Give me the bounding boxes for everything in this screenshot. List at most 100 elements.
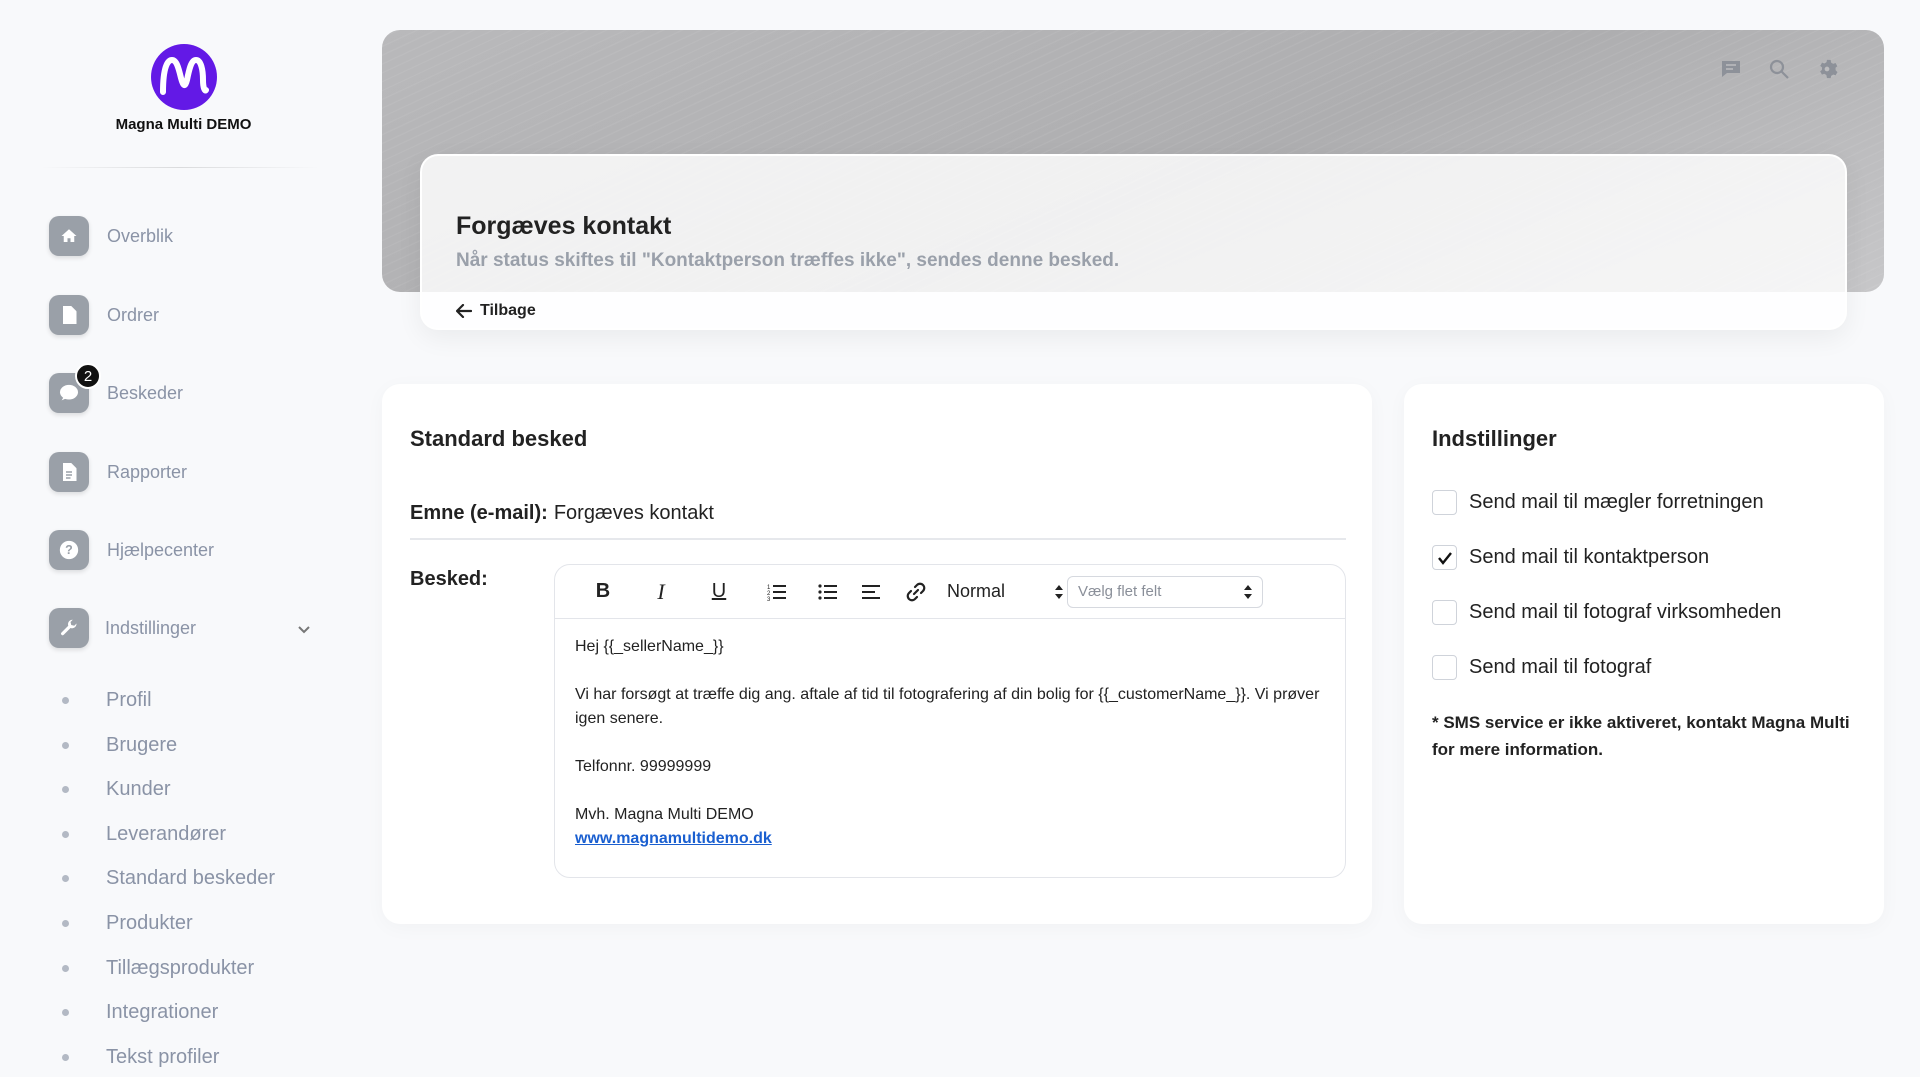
option-label: Send mail til mægler forretningen xyxy=(1469,491,1764,513)
checkbox-checked[interactable] xyxy=(1432,545,1457,570)
checkbox[interactable] xyxy=(1432,655,1457,680)
svg-text:3: 3 xyxy=(767,597,771,601)
sidebar-subitem-brugere[interactable]: Brugere xyxy=(62,731,177,759)
sidebar-item-beskeder[interactable]: 2 Beskeder xyxy=(49,363,184,413)
top-toolbar xyxy=(1720,58,1838,80)
message-icon[interactable] xyxy=(1720,58,1742,80)
option-send-mail-fotograf-virksomhed[interactable]: Send mail til fotograf virksomheden xyxy=(1432,600,1781,625)
subject-label: Emne (e-mail): xyxy=(410,502,548,524)
bullet-icon xyxy=(62,696,69,704)
sidebar-subitem-label: Produkter xyxy=(106,911,193,934)
bullet-icon xyxy=(62,964,69,972)
home-icon xyxy=(49,216,89,256)
sidebar-item-hjaelpecenter[interactable]: ? Hjælpecenter xyxy=(49,530,214,570)
message-link[interactable]: www.magnamultidemo.dk xyxy=(575,830,772,847)
brand[interactable]: Magna Multi DEMO xyxy=(0,44,367,133)
sidebar-subitem-kunder[interactable]: Kunder xyxy=(62,775,171,803)
sidebar-subitem-label: Standard beskeder xyxy=(106,866,276,889)
sidebar-subitem-label: Kunder xyxy=(106,777,171,800)
back-label: Tilbage xyxy=(480,302,536,319)
sidebar-subitem-leverandorer[interactable]: Leverandører xyxy=(62,820,226,848)
sidebar-item-label: Ordrer xyxy=(107,304,160,325)
sidebar-subitem-produkter[interactable]: Produkter xyxy=(62,909,193,937)
sidebar-subitem-label: Tillægsprodukter xyxy=(106,956,255,979)
sidebar-item-label: Beskeder xyxy=(107,382,184,403)
message-label: Besked: xyxy=(410,568,488,590)
format-select-value: Normal xyxy=(947,581,1006,601)
bullet-icon xyxy=(62,874,69,882)
sidebar-item-ordrer[interactable]: Ordrer xyxy=(49,295,159,335)
gear-icon[interactable] xyxy=(1816,58,1838,80)
search-icon[interactable] xyxy=(1768,58,1790,80)
link-icon xyxy=(906,582,926,601)
align-left-icon xyxy=(862,584,880,599)
bullet-icon xyxy=(62,919,69,927)
option-send-mail-fotograf[interactable]: Send mail til fotograf xyxy=(1432,655,1651,680)
sms-note: * SMS service er ikke aktiveret, kontakt… xyxy=(1432,713,1850,759)
sidebar-subitem-label: Tekst profiler xyxy=(106,1045,220,1068)
brand-logo-icon xyxy=(150,44,217,110)
sidebar-subitem-profil[interactable]: Profil xyxy=(62,686,152,714)
merge-field-placeholder: Vælg flet felt xyxy=(1078,583,1162,600)
card-title: Indstillinger xyxy=(1432,426,1557,451)
ordered-list-button[interactable]: 123 xyxy=(755,577,799,607)
format-select[interactable]: Normal xyxy=(947,581,1063,602)
option-send-mail-kontaktperson[interactable]: Send mail til kontaktperson xyxy=(1432,545,1709,570)
sidebar-item-label: Rapporter xyxy=(107,461,188,482)
help-icon: ? xyxy=(49,530,89,570)
bullet-icon xyxy=(62,741,69,749)
sidebar-subitem-standard-beskeder[interactable]: Standard beskeder xyxy=(62,864,275,892)
ordered-list-icon: 123 xyxy=(767,584,786,601)
bullet-icon xyxy=(62,1008,69,1016)
bold-button[interactable]: B xyxy=(581,577,625,607)
wrench-icon xyxy=(49,608,89,648)
sidebar-subitem-tekst-profiler[interactable]: Tekst profiler xyxy=(62,1043,219,1071)
message-signoff: Mvh. Magna Multi DEMO xyxy=(575,806,754,823)
sidebar-item-rapporter[interactable]: Rapporter xyxy=(49,452,187,492)
sidebar-item-label: Overblik xyxy=(107,225,174,246)
bullet-list-icon xyxy=(818,583,837,600)
page-title: Forgæves kontakt xyxy=(456,212,672,240)
sidebar-item-overblik[interactable]: Overblik xyxy=(49,216,173,256)
checkmark-icon xyxy=(1437,551,1452,565)
sidebar-subitem-label: Brugere xyxy=(106,733,178,756)
bullet-icon xyxy=(62,830,69,838)
link-button[interactable] xyxy=(901,577,931,607)
align-button[interactable] xyxy=(857,577,887,607)
sidebar-subitem-label: Integrationer xyxy=(106,1000,219,1023)
italic-button[interactable]: I xyxy=(639,577,683,607)
sidebar-item-label: Indstillinger xyxy=(105,617,197,638)
report-icon xyxy=(49,452,89,492)
option-label: Send mail til fotograf xyxy=(1469,656,1652,678)
sidebar: Magna Multi DEMO Overblik Ordrer 2 Beske… xyxy=(0,0,360,1077)
sidebar-item-indstillinger[interactable]: Indstillinger xyxy=(49,608,319,648)
bullet-list-button[interactable] xyxy=(813,577,843,607)
sidebar-subitem-label: Leverandører xyxy=(106,822,227,845)
back-link[interactable]: Tilbage xyxy=(456,302,536,320)
merge-field-select[interactable]: Vælg flet felt xyxy=(1067,575,1263,608)
option-send-mail-maegler[interactable]: Send mail til mægler forretningen xyxy=(1432,490,1764,515)
chevron-down-icon[interactable] xyxy=(297,622,311,640)
sidebar-subitem-integrationer[interactable]: Integrationer xyxy=(62,998,218,1026)
option-label: Send mail til kontaktperson xyxy=(1469,546,1710,568)
message-greeting: Hej {{_sellerName_}} xyxy=(575,638,724,655)
editor-content[interactable]: Hej {{_sellerName_}} Vi har forsøgt at t… xyxy=(555,619,1345,851)
message-paragraph: Vi har forsøgt at træffe dig ang. aftale… xyxy=(575,686,1320,727)
sidebar-divider xyxy=(40,167,320,168)
editor-toolbar: B I U 123 Normal Vælg flet felt xyxy=(555,565,1345,619)
rich-text-editor: B I U 123 Normal Vælg flet felt Hej {{_s… xyxy=(554,564,1346,878)
document-icon xyxy=(49,295,89,335)
option-label: Send mail til fotograf virksomheden xyxy=(1469,601,1782,623)
underline-button[interactable]: U xyxy=(697,577,741,607)
checkbox[interactable] xyxy=(1432,600,1457,625)
standard-message-card: Standard besked Emne (e-mail): Besked: B… xyxy=(382,384,1372,924)
subject-input[interactable] xyxy=(553,502,1254,525)
svg-text:?: ? xyxy=(65,543,73,557)
sidebar-subitem-tillaegsprodukter[interactable]: Tillægsprodukter xyxy=(62,954,254,982)
sidebar-subitem-label: Profil xyxy=(106,688,152,711)
bullet-icon xyxy=(62,785,69,793)
unread-badge: 2 xyxy=(75,363,101,389)
checkbox[interactable] xyxy=(1432,490,1457,515)
page-subtitle: Når status skiftes til "Kontaktperson tr… xyxy=(456,250,1120,271)
page-header-card: Forgæves kontakt Når status skiftes til … xyxy=(420,154,1847,330)
